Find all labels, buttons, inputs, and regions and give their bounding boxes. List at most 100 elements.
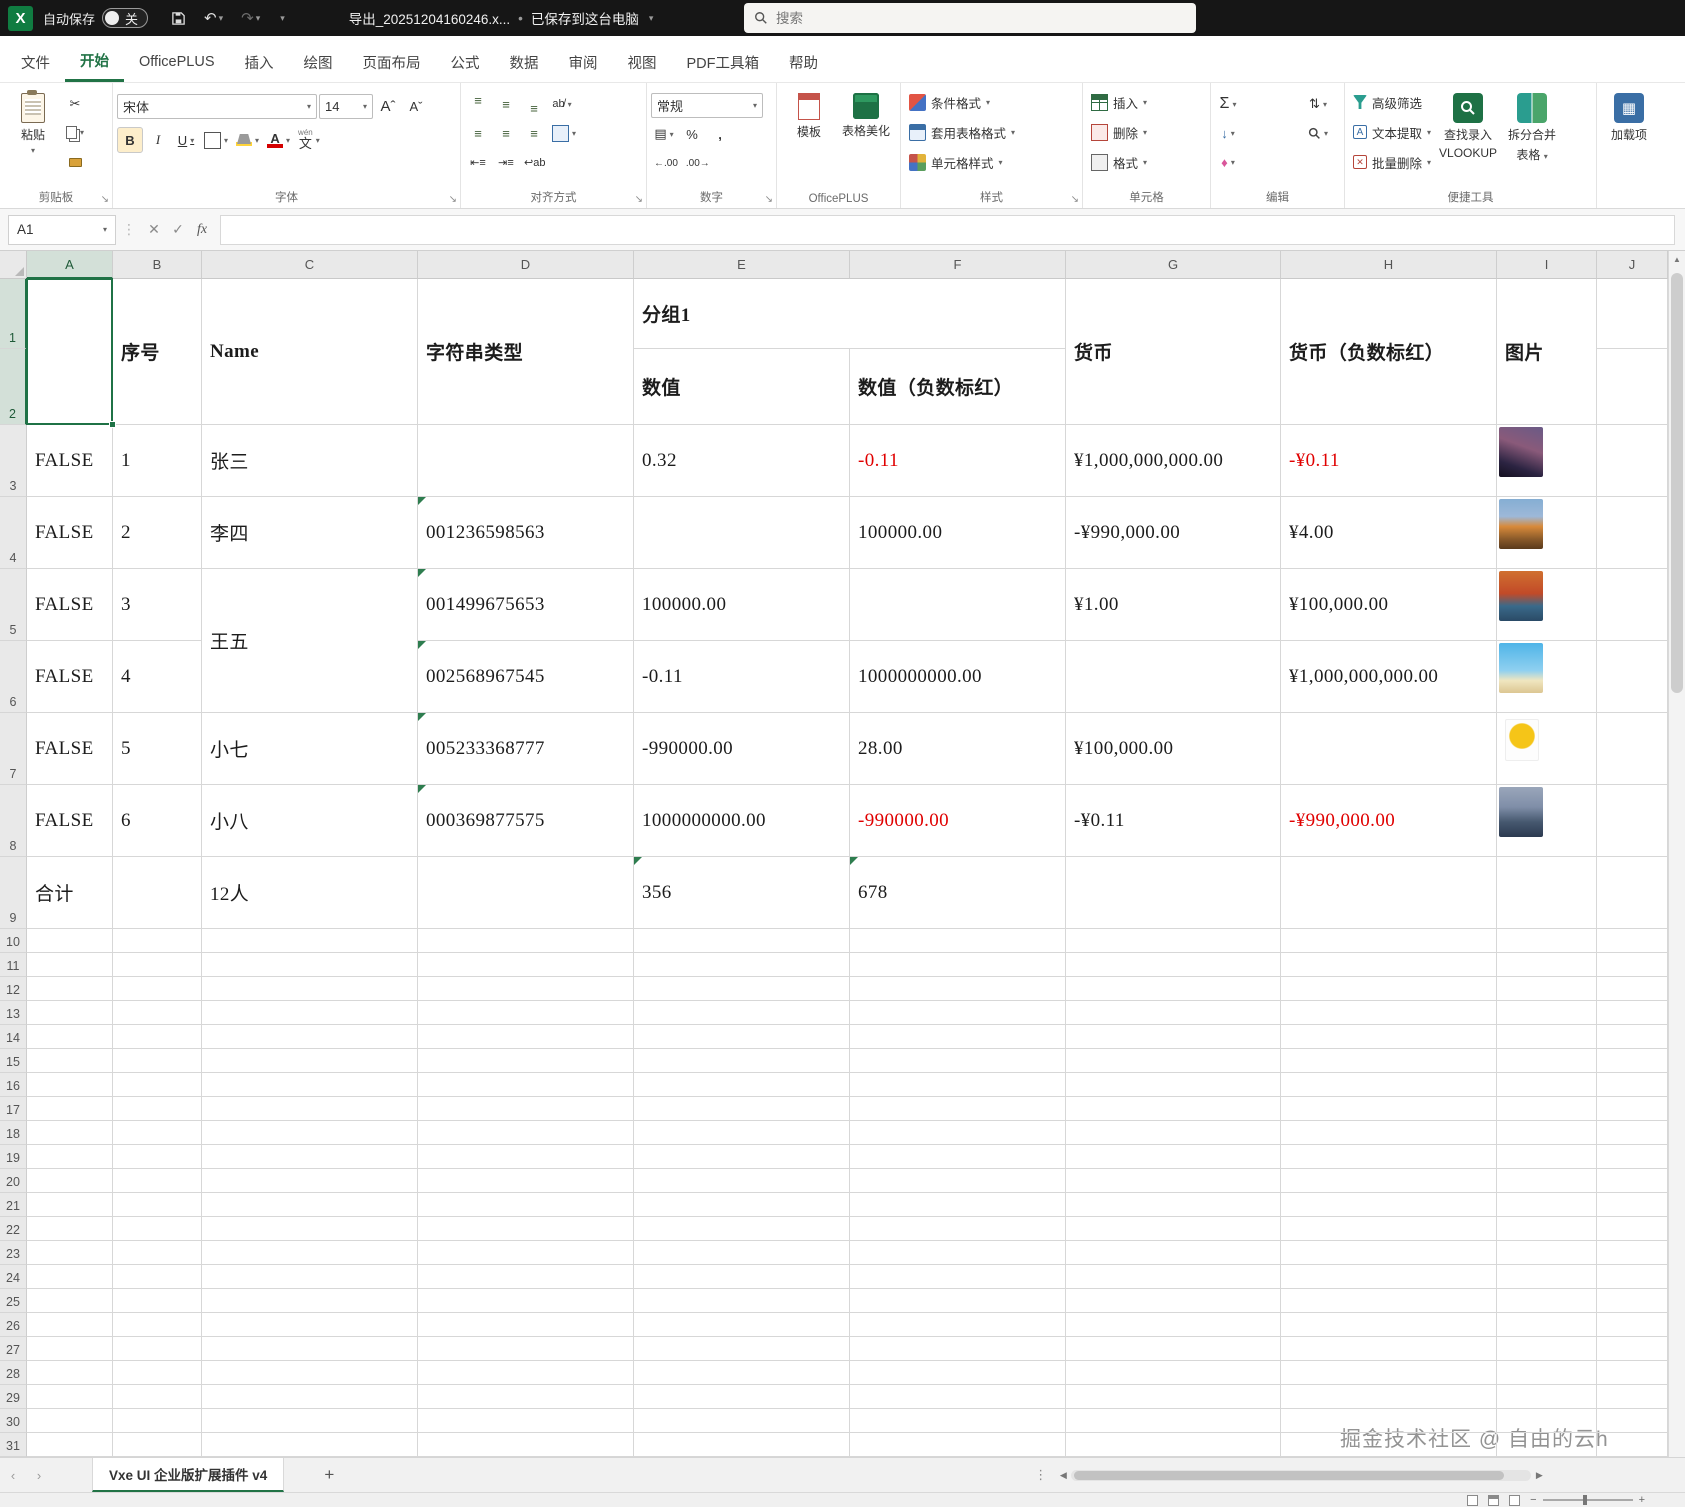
cell-B23[interactable] <box>113 1241 202 1265</box>
column-header-E[interactable]: E <box>634 251 850 279</box>
cell-A26[interactable] <box>27 1313 113 1337</box>
cell-F25[interactable] <box>850 1289 1066 1313</box>
cell-D18[interactable] <box>418 1121 634 1145</box>
cell-D6[interactable]: 002568967545 <box>418 641 634 713</box>
cell-B24[interactable] <box>113 1265 202 1289</box>
cell-D11[interactable] <box>418 953 634 977</box>
row-header-15[interactable]: 15 <box>0 1049 27 1073</box>
cell-I31[interactable] <box>1497 1433 1597 1457</box>
redo-caret-icon[interactable]: ▾ <box>256 13 261 24</box>
cell-H22[interactable] <box>1281 1217 1497 1241</box>
insert-function-button[interactable]: fx <box>190 222 214 238</box>
cell-J22[interactable] <box>1597 1217 1668 1241</box>
cell-A23[interactable] <box>27 1241 113 1265</box>
cell-F23[interactable] <box>850 1241 1066 1265</box>
cell-H11[interactable] <box>1281 953 1497 977</box>
autosum-button[interactable]: Σ▾ <box>1215 91 1241 117</box>
cell-C22[interactable] <box>202 1217 418 1241</box>
name-box[interactable]: A1 ▾ <box>8 215 116 245</box>
cell-D22[interactable] <box>418 1217 634 1241</box>
select-all-corner[interactable] <box>0 251 27 279</box>
cell-C20[interactable] <box>202 1169 418 1193</box>
cell-A3[interactable]: FALSE <box>27 425 113 497</box>
template-button[interactable]: 模板 <box>781 87 837 183</box>
cell-A22[interactable] <box>27 1217 113 1241</box>
cell-A13[interactable] <box>27 1001 113 1025</box>
cell-A14[interactable] <box>27 1025 113 1049</box>
cell-H9[interactable] <box>1281 857 1497 929</box>
cell-J29[interactable] <box>1597 1385 1668 1409</box>
cell-G22[interactable] <box>1066 1217 1281 1241</box>
merge-center-button[interactable]: ▾ <box>549 120 579 146</box>
cell-G19[interactable] <box>1066 1145 1281 1169</box>
scroll-right-icon[interactable]: ▶ <box>1531 1470 1547 1481</box>
cell-E13[interactable] <box>634 1001 850 1025</box>
cell-G4[interactable]: -¥990,000.00 <box>1066 497 1281 569</box>
align-top-icon[interactable]: ≡ <box>465 91 491 117</box>
row-header-12[interactable]: 12 <box>0 977 27 1001</box>
cell-D23[interactable] <box>418 1241 634 1265</box>
cell-B6[interactable]: 4 <box>113 641 202 713</box>
cell-image-autumn-mountain[interactable] <box>1499 499 1543 549</box>
cell-C19[interactable] <box>202 1145 418 1169</box>
cell-F28[interactable] <box>850 1361 1066 1385</box>
row-header-2[interactable]: 2 <box>0 349 27 425</box>
cell-G3[interactable]: ¥1,000,000,000.00 <box>1066 425 1281 497</box>
cell-G15[interactable] <box>1066 1049 1281 1073</box>
cell-G14[interactable] <box>1066 1025 1281 1049</box>
row-header-27[interactable]: 27 <box>0 1337 27 1361</box>
cell-G26[interactable] <box>1066 1313 1281 1337</box>
row-header-17[interactable]: 17 <box>0 1097 27 1121</box>
cell-C31[interactable] <box>202 1433 418 1457</box>
cell-C24[interactable] <box>202 1265 418 1289</box>
ribbon-tab-officeplus[interactable]: OfficePLUS <box>124 42 230 82</box>
vertical-scroll-thumb[interactable] <box>1671 273 1683 693</box>
cell-A19[interactable] <box>27 1145 113 1169</box>
row-header-23[interactable]: 23 <box>0 1241 27 1265</box>
cell-B11[interactable] <box>113 953 202 977</box>
cell-image-autumn-lake[interactable] <box>1499 571 1543 621</box>
cell-C4[interactable]: 李四 <box>202 497 418 569</box>
cell-A31[interactable] <box>27 1433 113 1457</box>
cell-A5[interactable]: FALSE <box>27 569 113 641</box>
cell-I11[interactable] <box>1497 953 1597 977</box>
document-title[interactable]: 导出_20251204160246.x... • 已保存到这台电脑 ▾ <box>349 8 654 28</box>
cell-D13[interactable] <box>418 1001 634 1025</box>
cell-C9[interactable]: 12人 <box>202 857 418 929</box>
cell-F31[interactable] <box>850 1433 1066 1457</box>
cell-H17[interactable] <box>1281 1097 1497 1121</box>
cell-D26[interactable] <box>418 1313 634 1337</box>
cell-B22[interactable] <box>113 1217 202 1241</box>
cell-D28[interactable] <box>418 1361 634 1385</box>
number-format-combo[interactable]: 常规▾ <box>651 93 763 118</box>
cell-J14[interactable] <box>1597 1025 1668 1049</box>
cell-H6[interactable]: ¥1,000,000,000.00 <box>1281 641 1497 713</box>
cell-F20[interactable] <box>850 1169 1066 1193</box>
cell-I26[interactable] <box>1497 1313 1597 1337</box>
cell-C16[interactable] <box>202 1073 418 1097</box>
cell-G30[interactable] <box>1066 1409 1281 1433</box>
cell-D25[interactable] <box>418 1289 634 1313</box>
cell-H4[interactable]: ¥4.00 <box>1281 497 1497 569</box>
ribbon-tab-insert[interactable]: 插入 <box>230 42 289 82</box>
cell-F12[interactable] <box>850 977 1066 1001</box>
column-header-D[interactable]: D <box>418 251 634 279</box>
cell-G16[interactable] <box>1066 1073 1281 1097</box>
cell-H10[interactable] <box>1281 929 1497 953</box>
cell-I23[interactable] <box>1497 1241 1597 1265</box>
cell-D29[interactable] <box>418 1385 634 1409</box>
cell-B10[interactable] <box>113 929 202 953</box>
cell-G18[interactable] <box>1066 1121 1281 1145</box>
row-header-25[interactable]: 25 <box>0 1289 27 1313</box>
cell-G17[interactable] <box>1066 1097 1281 1121</box>
cell-H3[interactable]: -¥0.11 <box>1281 425 1497 497</box>
cell-A16[interactable] <box>27 1073 113 1097</box>
fill-color-button[interactable]: ▾ <box>233 127 262 153</box>
cell-C25[interactable] <box>202 1289 418 1313</box>
cell-F29[interactable] <box>850 1385 1066 1409</box>
advanced-filter-button[interactable]: 高级筛选 <box>1349 87 1435 117</box>
cell-J3[interactable] <box>1597 425 1668 497</box>
phonetic-guide-button[interactable]: wén文▾ <box>295 127 323 153</box>
cell-G23[interactable] <box>1066 1241 1281 1265</box>
quick-access-more-button[interactable]: ▾ <box>269 0 294 36</box>
